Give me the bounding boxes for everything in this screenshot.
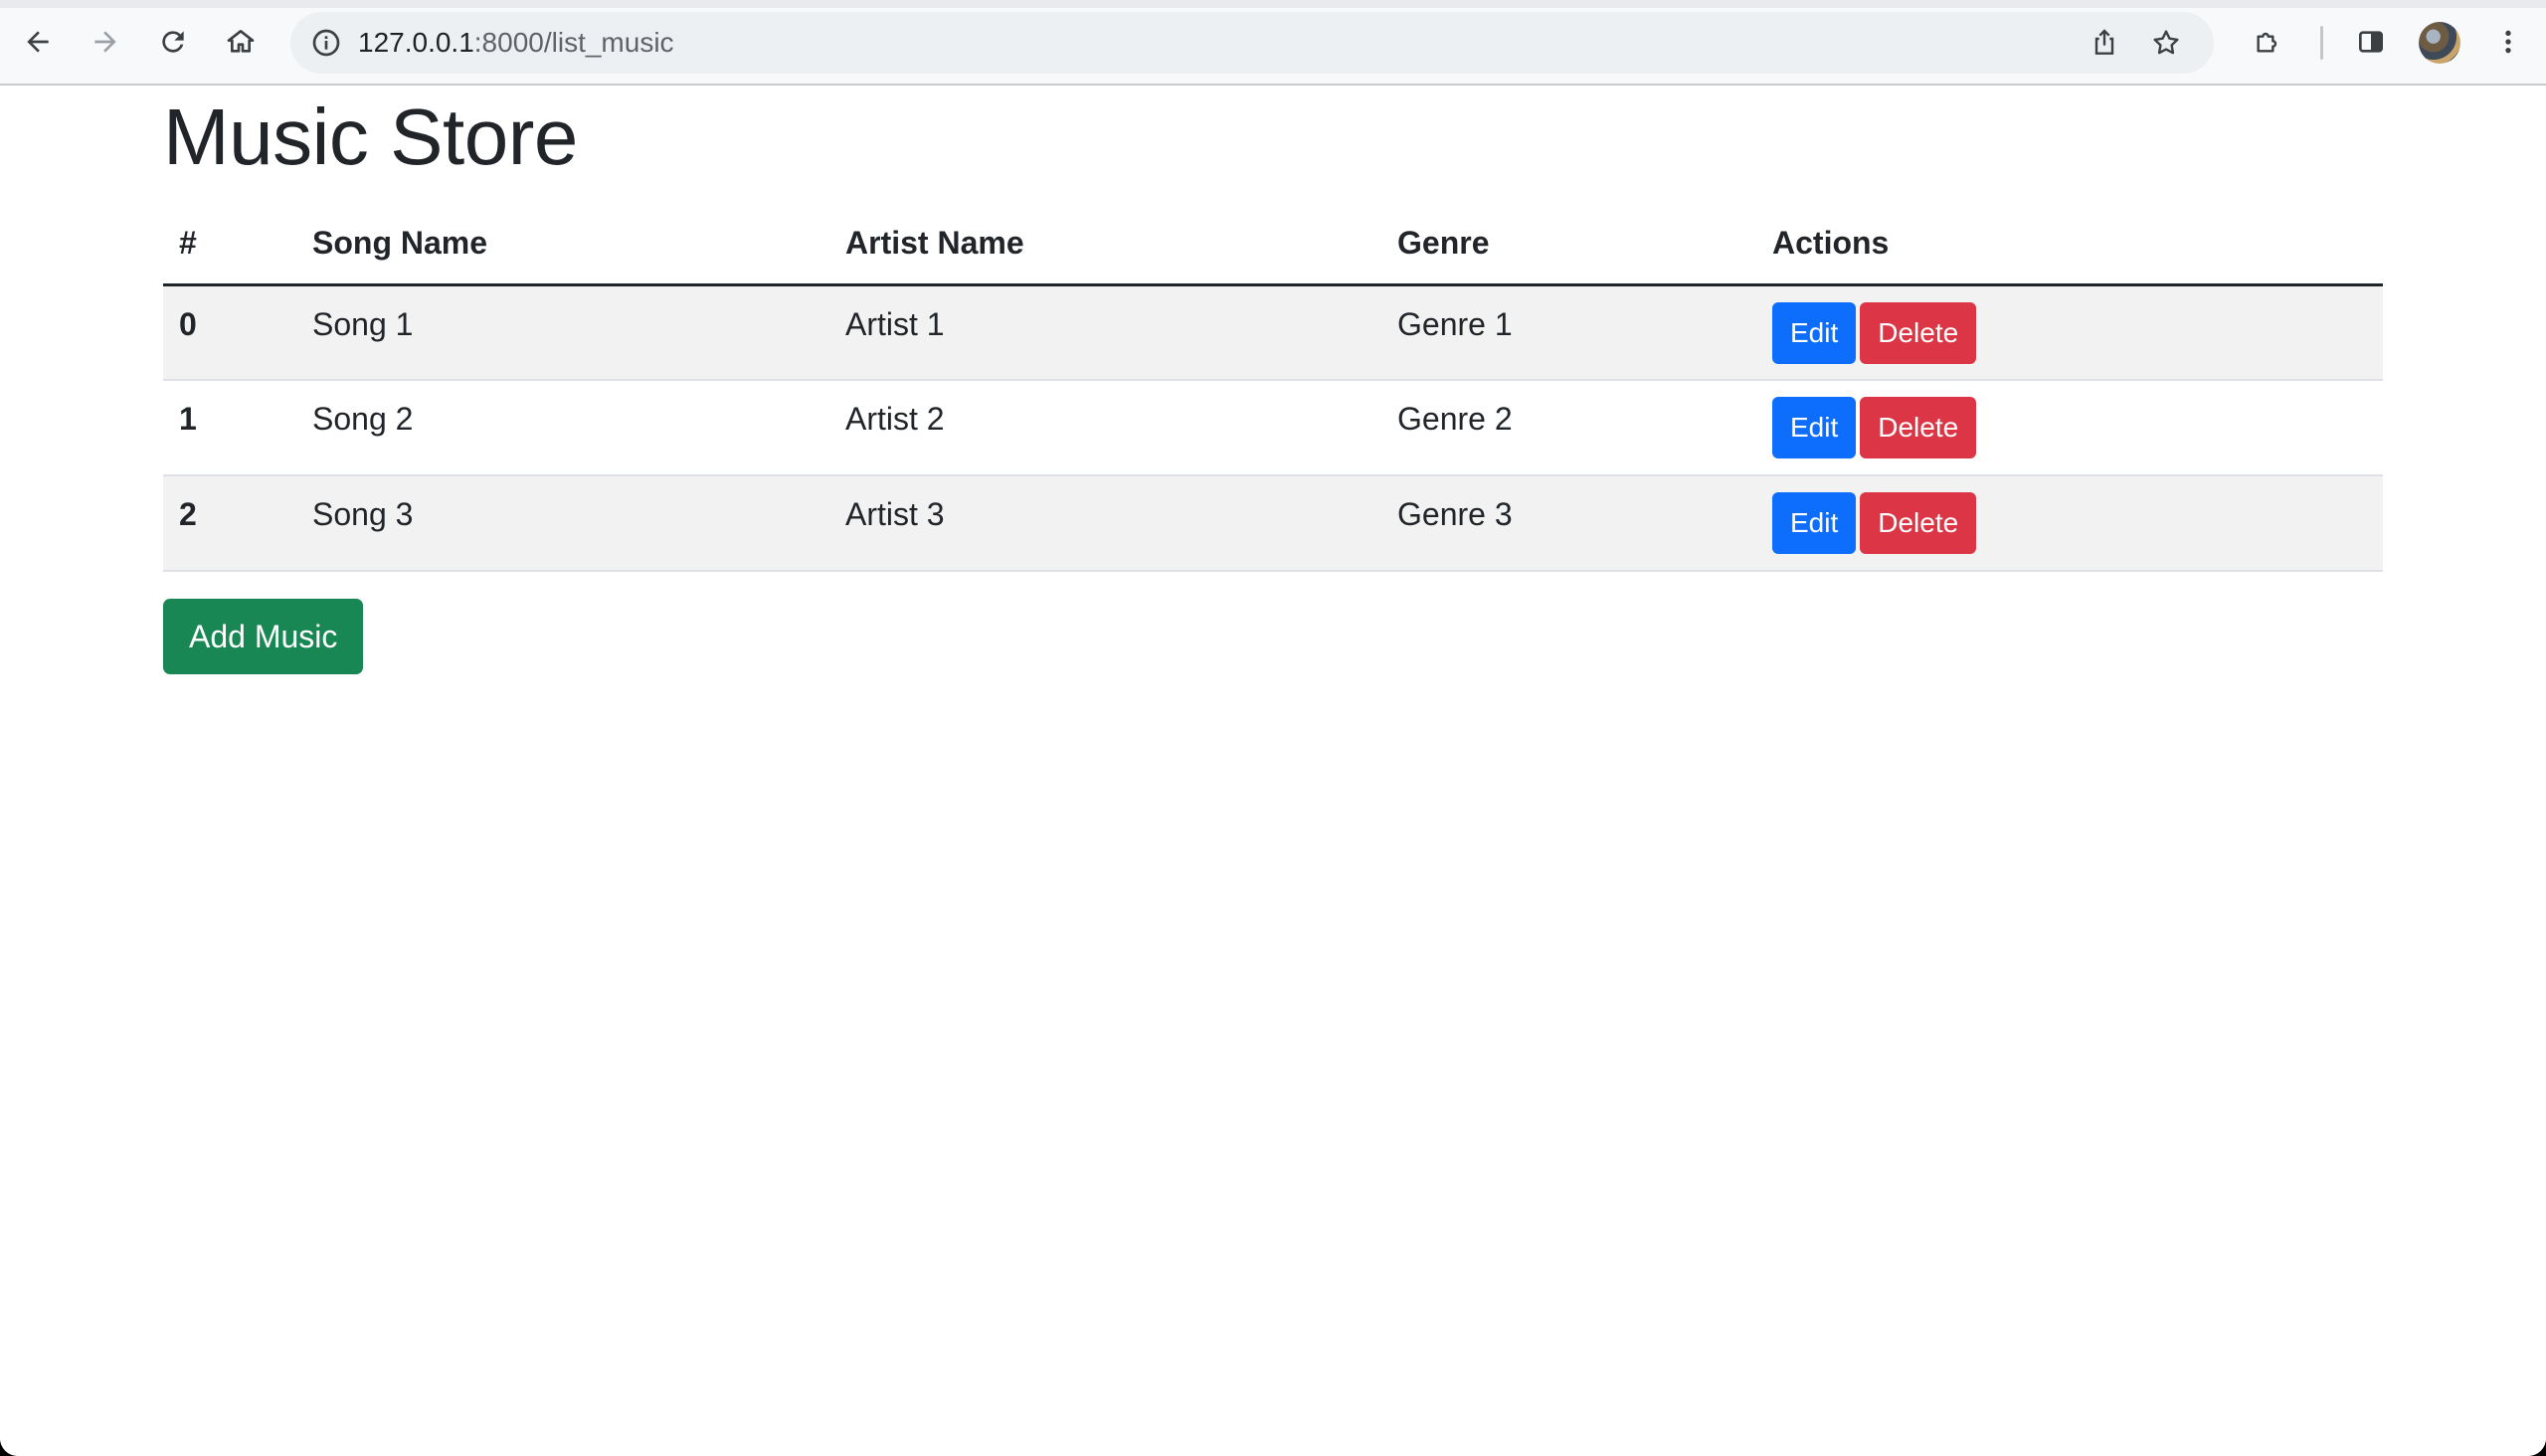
- address-bar[interactable]: 127.0.0.1:8000/list_music: [290, 12, 2214, 74]
- toolbar-separator: [2320, 26, 2323, 60]
- row-song-name: Song 2: [296, 380, 829, 476]
- home-icon[interactable]: [219, 20, 263, 64]
- page-content: Music Store # Song Name Artist Name Genr…: [0, 88, 2546, 1456]
- delete-button[interactable]: Delete: [1860, 301, 1977, 364]
- browser-window: 127.0.0.1:8000/list_music Music Store # …: [0, 0, 2546, 1456]
- table-header-row: # Song Name Artist Name Genre Actions: [163, 203, 2383, 286]
- extensions-puzzle-icon[interactable]: [2246, 20, 2289, 64]
- row-artist-name: Artist 1: [829, 284, 1381, 381]
- row-artist-name: Artist 2: [829, 380, 1381, 476]
- browser-toolbar: 127.0.0.1:8000/list_music: [0, 0, 2546, 86]
- url-host: 127.0.0.1: [358, 27, 474, 58]
- row-song-name: Song 3: [296, 475, 829, 572]
- row-index: 1: [163, 380, 296, 476]
- forward-arrow-icon[interactable]: [84, 20, 127, 64]
- table-row: 0 Song 1 Artist 1 Genre 1 Edit Delete: [163, 284, 2383, 381]
- header-genre: Genre: [1381, 203, 1756, 286]
- row-genre: Genre 2: [1381, 380, 1756, 476]
- edit-button[interactable]: Edit: [1772, 301, 1857, 364]
- row-actions: Edit Delete: [1756, 284, 2383, 381]
- url-text[interactable]: 127.0.0.1:8000/list_music: [358, 12, 674, 74]
- kebab-menu-icon[interactable]: [2486, 20, 2530, 64]
- table-row: 2 Song 3 Artist 3 Genre 3 Edit Delete: [163, 475, 2383, 572]
- header-song-name: Song Name: [296, 203, 829, 286]
- reload-icon[interactable]: [151, 20, 195, 64]
- share-icon[interactable]: [2089, 27, 2120, 59]
- delete-button[interactable]: Delete: [1860, 492, 1977, 554]
- add-music-button[interactable]: Add Music: [163, 599, 364, 674]
- header-artist-name: Artist Name: [829, 203, 1381, 286]
- edit-button[interactable]: Edit: [1772, 492, 1857, 554]
- page-title: Music Store: [163, 92, 578, 181]
- row-index: 2: [163, 475, 296, 572]
- profile-avatar[interactable]: [2419, 22, 2460, 64]
- row-genre: Genre 3: [1381, 475, 1756, 572]
- row-artist-name: Artist 3: [829, 475, 1381, 572]
- row-actions: Edit Delete: [1756, 380, 2383, 476]
- edit-button[interactable]: Edit: [1772, 397, 1857, 458]
- music-table: # Song Name Artist Name Genre Actions 0 …: [163, 203, 2383, 572]
- back-arrow-icon[interactable]: [16, 20, 60, 64]
- row-actions: Edit Delete: [1756, 475, 2383, 572]
- header-index: #: [163, 203, 296, 286]
- bookmark-star-icon[interactable]: [2150, 27, 2182, 59]
- row-song-name: Song 1: [296, 284, 829, 381]
- header-actions: Actions: [1756, 203, 2383, 286]
- side-panel-icon[interactable]: [2349, 20, 2393, 64]
- row-index: 0: [163, 284, 296, 381]
- url-path: :8000/list_music: [473, 27, 674, 58]
- site-info-icon[interactable]: [310, 27, 342, 59]
- delete-button[interactable]: Delete: [1860, 397, 1977, 458]
- table-row: 1 Song 2 Artist 2 Genre 2 Edit Delete: [163, 380, 2383, 476]
- row-genre: Genre 1: [1381, 284, 1756, 381]
